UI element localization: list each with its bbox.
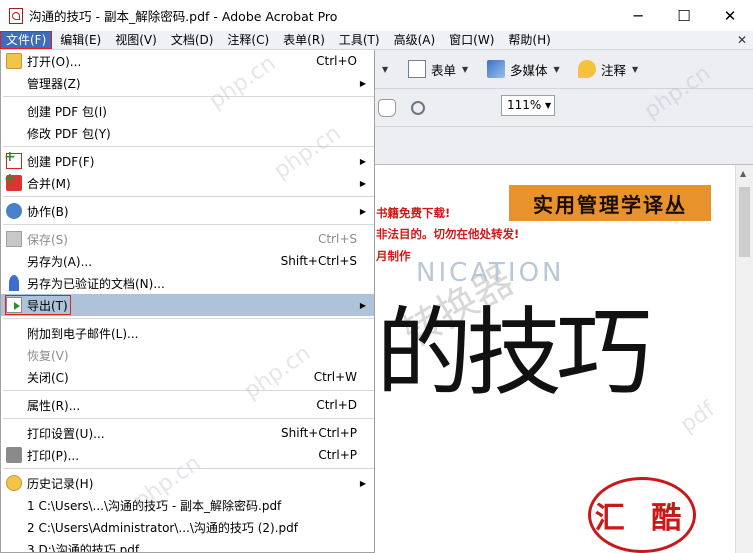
menu-item-save-as[interactable]: 另存为(A)... Shift+Ctrl+S bbox=[1, 250, 374, 272]
submenu-arrow-icon: ▶ bbox=[359, 178, 366, 188]
menu-item-export[interactable]: 导出(T) ▶ bbox=[1, 294, 374, 316]
notice-line-3: 月制作 bbox=[376, 249, 411, 263]
forms-icon bbox=[408, 60, 426, 78]
save-icon bbox=[6, 231, 22, 247]
certified-ribbon-icon bbox=[9, 275, 19, 291]
menu-item-create-pdf-package[interactable]: 创建 PDF 包(I) bbox=[1, 100, 374, 122]
multimedia-button[interactable]: 多媒体 ▼ bbox=[487, 58, 560, 80]
merge-icon bbox=[4, 171, 22, 191]
hand-tool-button[interactable] bbox=[378, 97, 401, 119]
menu-edit[interactable]: 编辑(E) bbox=[54, 31, 107, 49]
create-pdf-icon bbox=[4, 149, 22, 169]
comments-label: 注释 bbox=[601, 62, 627, 78]
minimize-button[interactable]: ─ bbox=[615, 0, 661, 31]
notice-line-2: 非法目的。切勿在他处转发! bbox=[376, 227, 520, 241]
forms-button[interactable]: 表单 ▼ bbox=[408, 58, 468, 80]
notice-line-1: 书籍免费下载! bbox=[376, 206, 451, 220]
menu-separator bbox=[3, 390, 374, 391]
document-view[interactable]: 转换器 实用管理学译丛 书籍免费下载! 非法目的。切勿在他处转发! 月制作 NI… bbox=[376, 165, 753, 553]
menu-item-properties[interactable]: 属性(R)... Ctrl+D bbox=[1, 394, 374, 416]
menu-advanced[interactable]: 高级(A) bbox=[388, 31, 442, 49]
export-icon bbox=[6, 297, 22, 313]
comments-button[interactable]: 注释 ▼ bbox=[578, 58, 638, 80]
menu-bar: 文件(F) 编辑(E) 视图(V) 文档(D) 注释(C) 表单(R) 工具(T… bbox=[0, 31, 753, 50]
acrobat-app-icon bbox=[9, 7, 23, 24]
menu-tools[interactable]: 工具(T) bbox=[333, 31, 386, 49]
toolbar-overflow-caret[interactable]: ▼ bbox=[376, 58, 388, 80]
submenu-arrow-icon: ▶ bbox=[359, 206, 366, 216]
menu-separator bbox=[3, 468, 374, 469]
menu-separator bbox=[3, 224, 374, 225]
close-document-icon[interactable]: ✕ bbox=[737, 33, 747, 47]
scroll-up-icon[interactable]: ▲ bbox=[740, 169, 746, 178]
menu-item-close[interactable]: 关闭(C) Ctrl+W bbox=[1, 366, 374, 388]
hand-icon bbox=[378, 99, 396, 117]
menu-item-open[interactable]: 打开(O)... Ctrl+O bbox=[1, 50, 374, 72]
menu-item-modify-pdf-package[interactable]: 修改 PDF 包(Y) bbox=[1, 122, 374, 144]
maximize-button[interactable]: ☐ bbox=[661, 0, 707, 31]
chevron-down-icon: ▼ bbox=[632, 64, 639, 74]
submenu-arrow-icon: ▶ bbox=[359, 478, 366, 488]
menu-separator bbox=[3, 96, 374, 97]
menu-item-history[interactable]: 历史记录(H) ▶ bbox=[1, 472, 374, 494]
history-icon bbox=[6, 475, 22, 491]
menu-separator bbox=[3, 418, 374, 419]
menu-item-collaborate[interactable]: 协作(B) ▶ bbox=[1, 200, 374, 222]
menu-item-create-pdf[interactable]: 创建 PDF(F) ▶ bbox=[1, 149, 374, 172]
menu-item-combine[interactable]: 合并(M) ▶ bbox=[1, 171, 374, 194]
menu-document[interactable]: 文档(D) bbox=[165, 31, 220, 49]
menu-item-attach-email[interactable]: 附加到电子邮件(L)... bbox=[1, 322, 374, 344]
menu-view[interactable]: 视图(V) bbox=[109, 31, 163, 49]
menu-item-recent-1[interactable]: 1 C:\Users\...\沟通的技巧 - 副本_解除密码.pdf bbox=[1, 494, 374, 516]
series-banner: 实用管理学译丛 bbox=[509, 185, 711, 221]
window-title: 沟通的技巧 - 副本_解除密码.pdf - Adobe Acrobat Pro bbox=[29, 9, 338, 24]
menu-item-save-as-certified[interactable]: 另存为已验证的文档(N)... bbox=[1, 272, 374, 294]
red-seal-stamp: 汇 酷 bbox=[588, 477, 696, 553]
comment-bubble-icon bbox=[578, 60, 596, 78]
vertical-scrollbar[interactable]: ▲ bbox=[735, 165, 753, 553]
menu-item-organizer[interactable]: 管理器(Z) ▶ bbox=[1, 72, 374, 94]
window-controls: ─ ☐ ✕ bbox=[615, 0, 753, 31]
chevron-down-icon: ▼ bbox=[553, 64, 560, 74]
printer-icon bbox=[6, 447, 22, 463]
submenu-arrow-icon: ▶ bbox=[359, 300, 366, 310]
menu-item-recent-3[interactable]: 3 D:\沟通的技巧.pdf bbox=[1, 538, 374, 553]
menu-item-recent-2[interactable]: 2 C:\Users\Administrator\...\沟通的技巧 (2).p… bbox=[1, 516, 374, 538]
menu-item-print[interactable]: 打印(P)... Ctrl+P bbox=[1, 444, 374, 466]
multimedia-label: 多媒体 bbox=[510, 62, 548, 78]
menu-item-revert[interactable]: 恢复(V) bbox=[1, 344, 374, 366]
menu-comments[interactable]: 注释(C) bbox=[221, 31, 275, 49]
submenu-arrow-icon: ▶ bbox=[359, 78, 366, 88]
menu-item-save[interactable]: 保存(S) Ctrl+S bbox=[1, 228, 374, 250]
file-menu-dropdown: 打开(O)... Ctrl+O 管理器(Z) ▶ 创建 PDF 包(I) 修改 … bbox=[0, 50, 375, 553]
menu-window[interactable]: 窗口(W) bbox=[443, 31, 500, 49]
collaborate-icon bbox=[6, 203, 22, 219]
chevron-down-icon: ▼ bbox=[462, 64, 469, 74]
menu-separator bbox=[3, 146, 374, 147]
title-bar: 沟通的技巧 - 副本_解除密码.pdf - Adobe Acrobat Pro … bbox=[0, 0, 753, 31]
scrollbar-thumb[interactable] bbox=[739, 187, 750, 257]
book-title: 的技巧 bbox=[376, 297, 652, 409]
menu-separator bbox=[3, 318, 374, 319]
chevron-down-icon: ▼ bbox=[382, 64, 389, 74]
marquee-zoom-button[interactable] bbox=[411, 97, 430, 119]
chevron-down-icon[interactable]: ▼ bbox=[545, 101, 551, 110]
submenu-arrow-icon: ▶ bbox=[359, 156, 366, 166]
menu-forms[interactable]: 表单(R) bbox=[277, 31, 331, 49]
menu-help[interactable]: 帮助(H) bbox=[502, 31, 556, 49]
menu-item-print-setup[interactable]: 打印设置(U)... Shift+Ctrl+P bbox=[1, 422, 374, 444]
menu-file[interactable]: 文件(F) bbox=[0, 31, 53, 49]
menu-separator bbox=[3, 196, 374, 197]
close-button[interactable]: ✕ bbox=[707, 0, 753, 31]
forms-label: 表单 bbox=[431, 62, 457, 78]
multimedia-icon bbox=[487, 60, 505, 78]
magnifier-icon bbox=[411, 101, 425, 115]
open-folder-icon bbox=[6, 53, 22, 69]
